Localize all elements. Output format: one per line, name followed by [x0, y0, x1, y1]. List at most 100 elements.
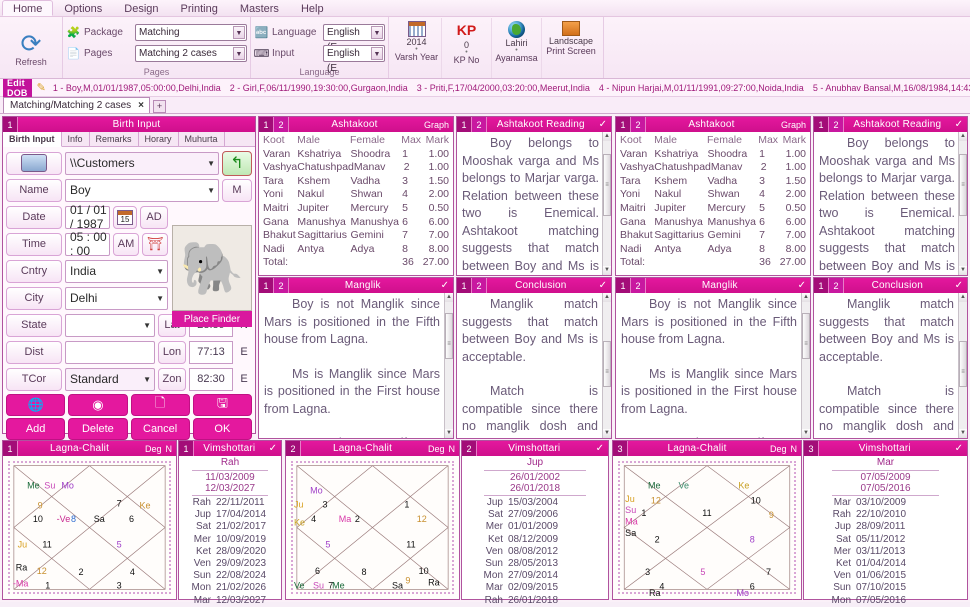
gender-button[interactable]: M — [222, 178, 252, 202]
chart-canvas-2[interactable]: 3 4 2 5 6 7 8 9 10 11 12 1 Mo Ma Ju Ke V… — [286, 456, 459, 599]
check-icon[interactable]: ✓ — [951, 119, 967, 130]
language-select[interactable]: English (E ▼ — [323, 23, 385, 53]
n-label[interactable]: N — [166, 444, 177, 454]
dasha-row[interactable]: Ven 08/08/2012 — [474, 546, 596, 558]
scroll-up-icon[interactable]: ▲ — [959, 293, 967, 302]
chevron-down-icon[interactable]: ▼ — [156, 294, 164, 303]
panel-number[interactable]: 1 — [3, 441, 18, 456]
tab-matching[interactable]: Matching/Matching 2 cases × — [3, 97, 151, 113]
package-select[interactable]: Matching ▼ — [135, 23, 247, 41]
tab-info[interactable]: Info — [62, 132, 90, 146]
era-button[interactable]: AD — [140, 205, 168, 229]
scroll-down-icon[interactable]: ▼ — [959, 266, 967, 275]
chevron-down-icon[interactable]: ▼ — [233, 25, 245, 39]
panel-number[interactable]: 3 — [804, 441, 819, 456]
kp-no-button[interactable]: KP 0 • KP No — [442, 18, 492, 78]
tab-birth-input[interactable]: Birth Input — [3, 132, 62, 147]
person-entry-2[interactable]: 2 - Girl,F,06/11/1990,19:30:00,Gurgaon,I… — [228, 83, 410, 93]
pages-select[interactable]: Matching 2 cases ▼ — [135, 44, 247, 62]
chevron-down-icon[interactable]: ▼ — [371, 46, 383, 60]
person-entry-4[interactable]: 4 - Nipun Harjai,M,01/11/1991,09:27:00,N… — [597, 83, 806, 93]
panel-number-1[interactable]: 1 — [616, 278, 631, 293]
scroll-thumb[interactable] — [603, 154, 611, 216]
scroll-thumb[interactable] — [959, 341, 967, 387]
add-tab-button[interactable]: + — [153, 100, 167, 113]
panel-number-1[interactable]: 1 — [457, 278, 472, 293]
dasha-row[interactable]: Mer 03/11/2013 — [822, 546, 949, 558]
check-icon[interactable]: ✓ — [794, 280, 810, 291]
date-input[interactable]: 01 / 01 / 1987 — [65, 203, 110, 231]
graph-button[interactable]: Graph — [420, 120, 453, 130]
check-icon[interactable]: ✓ — [595, 119, 611, 130]
page-icon[interactable]: 🗋 — [130, 394, 190, 416]
scroll-up-icon[interactable]: ▲ — [959, 132, 967, 141]
chevron-down-icon[interactable]: ▼ — [371, 25, 383, 39]
panel-number-2[interactable]: 2 — [631, 117, 646, 132]
panel-number-1[interactable]: 1 — [259, 278, 274, 293]
dasha-row[interactable]: Ket 28/09/2020 — [182, 546, 278, 558]
panel-number-2[interactable]: 2 — [829, 117, 844, 132]
scroll-thumb[interactable] — [603, 341, 611, 387]
panel-number-1[interactable]: 1 — [814, 117, 829, 132]
ayanamsa-button[interactable]: Lahiri • Ayanamsa — [492, 18, 542, 78]
time-input[interactable]: 05 : 00 : 00 — [65, 230, 110, 258]
scroll-thumb[interactable] — [959, 154, 967, 216]
dasha-row[interactable]: Rah 26/01/2018 — [474, 595, 596, 607]
panel-number-1[interactable]: 1 — [457, 117, 472, 132]
scroll-down-icon[interactable]: ▼ — [802, 429, 810, 438]
menu-item-help[interactable]: Help — [290, 0, 335, 16]
dasha-row[interactable]: Mar 12/03/2027 — [182, 595, 278, 607]
chevron-down-icon[interactable]: ▼ — [143, 321, 151, 330]
edit-dob-button[interactable]: Edit DOB — [3, 76, 32, 99]
panel-number-2[interactable]: 2 — [472, 278, 487, 293]
delete-button[interactable]: Delete — [68, 418, 128, 440]
dasha-row[interactable]: Mon 21/02/2026 — [182, 582, 278, 594]
person-entry-1[interactable]: 1 - Boy,M,01/01/1987,05:00:00,Delhi,Indi… — [51, 83, 223, 93]
dasha-row[interactable]: Sat 05/11/2012 — [822, 534, 949, 546]
tab-muhurta[interactable]: Muhurta — [179, 132, 225, 146]
check-icon[interactable]: ✓ — [951, 280, 967, 291]
dasha-row[interactable]: Jup 17/04/2014 — [182, 509, 278, 521]
chevron-down-icon[interactable]: ▼ — [233, 46, 245, 60]
varsh-year-button[interactable]: 2014 • Varsh Year — [392, 18, 442, 78]
scrollbar[interactable]: ▲ ▼ — [801, 293, 810, 438]
check-icon[interactable]: ✓ — [592, 443, 608, 454]
scrollbar[interactable]: ▲ ▼ — [602, 293, 611, 438]
close-icon[interactable]: × — [138, 100, 144, 111]
dasha-row[interactable]: Mer 01/01/2009 — [474, 521, 596, 533]
scroll-down-icon[interactable]: ▼ — [603, 266, 611, 275]
menu-item-options[interactable]: Options — [53, 0, 113, 16]
check-icon[interactable]: ✓ — [437, 280, 453, 291]
globe-icon[interactable]: 🌐 — [6, 394, 66, 416]
dasha-row[interactable]: Sun 07/10/2015 — [822, 582, 949, 594]
dasha-row[interactable]: Mar 03/10/2009 — [822, 497, 949, 509]
scrollbar[interactable]: ▲ ▼ — [958, 132, 967, 275]
input-select[interactable]: English (E ▼ — [323, 44, 385, 74]
menu-item-printing[interactable]: Printing — [170, 0, 229, 16]
print-screen-button[interactable]: Landscape Print Screen — [542, 18, 600, 78]
scroll-down-icon[interactable]: ▼ — [445, 429, 453, 438]
panel-number[interactable]: 2 — [462, 441, 477, 456]
dasha-row[interactable]: Sat 21/02/2017 — [182, 521, 278, 533]
add-button[interactable]: Add — [6, 418, 66, 440]
n-label[interactable]: N — [791, 444, 802, 454]
check-icon[interactable]: ✓ — [951, 443, 967, 454]
ok-button[interactable]: OK — [192, 418, 252, 440]
panel-number-2[interactable]: 2 — [631, 278, 646, 293]
deg-label[interactable]: Deg — [766, 444, 791, 454]
tab-horary[interactable]: Horary — [139, 132, 179, 146]
panel-number-1[interactable]: 1 — [814, 278, 829, 293]
deity-icon[interactable]: ⛩ — [142, 232, 168, 256]
dasha-row[interactable]: Mon 07/05/2016 — [822, 595, 949, 607]
dasha-row[interactable]: Jup 28/09/2011 — [822, 521, 949, 533]
scroll-down-icon[interactable]: ▼ — [959, 429, 967, 438]
dasha-row[interactable]: Rah 22/10/2010 — [822, 509, 949, 521]
dasha-row[interactable]: Mar 02/09/2015 — [474, 582, 596, 594]
name-input[interactable]: Boy ▼ — [65, 178, 219, 202]
lon-direction[interactable]: E — [236, 346, 252, 358]
panel-number-1[interactable]: 1 — [259, 117, 274, 132]
city-select[interactable]: Delhi ▼ — [65, 286, 168, 310]
menu-item-masters[interactable]: Masters — [229, 0, 290, 16]
scroll-thumb[interactable] — [802, 313, 810, 359]
dasha-row[interactable]: Rah 22/11/2011 — [182, 497, 278, 509]
